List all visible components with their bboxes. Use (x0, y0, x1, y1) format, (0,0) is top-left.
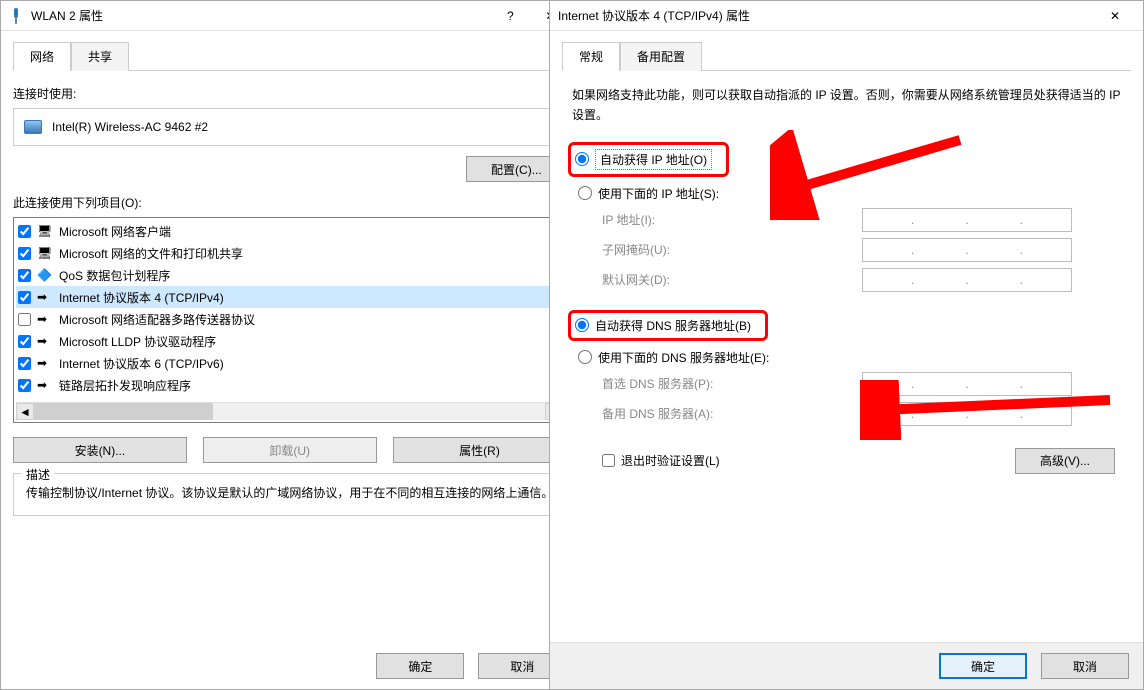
adapter-icon (24, 120, 42, 134)
connect-using-label: 连接时使用: (13, 85, 566, 102)
horizontal-scrollbar[interactable]: ◄ ► (16, 402, 563, 420)
list-item-checkbox[interactable] (18, 313, 31, 326)
tab-alt-config[interactable]: 备用配置 (620, 42, 702, 71)
list-item-label: Internet 协议版本 6 (TCP/IPv6) (59, 355, 224, 372)
protocol-icon: 🖥 (37, 246, 53, 260)
list-item[interactable]: ➡ Internet 协议版本 4 (TCP/IPv4) (16, 286, 563, 308)
list-item-checkbox[interactable] (18, 335, 31, 348)
dns1-label: 首选 DNS 服务器(P): (602, 375, 862, 392)
description-groupbox: 描述 传输控制协议/Internet 协议。该协议是默认的广域网络协议，用于在不… (13, 473, 566, 516)
gateway-input: ... (862, 268, 1072, 292)
install-button[interactable]: 安装(N)... (13, 437, 187, 463)
adapter-box: Intel(R) Wireless-AC 9462 #2 (13, 108, 566, 146)
list-item-label: Internet 协议版本 4 (TCP/IPv4) (59, 289, 224, 306)
radio-ip-manual[interactable] (578, 186, 592, 200)
radio-dns-auto[interactable] (575, 318, 589, 332)
radio-dns-manual-label[interactable]: 使用下面的 DNS 服务器地址(E): (598, 349, 769, 366)
advanced-button[interactable]: 高级(V)... (1015, 448, 1115, 474)
radio-ip-auto-label[interactable]: 自动获得 IP 地址(O) (595, 149, 712, 170)
list-item-label: Microsoft LLDP 协议驱动程序 (59, 333, 216, 350)
wlan-properties-window: WLAN 2 属性 ? ✕ 网络 共享 连接时使用: Intel(R) Wire… (0, 0, 579, 690)
ip-address-input: ... (862, 208, 1072, 232)
cancel-button-right[interactable]: 取消 (1041, 653, 1129, 679)
list-item[interactable]: 🖥 Microsoft 网络的文件和打印机共享 (16, 242, 563, 264)
list-item[interactable]: ➡ Microsoft LLDP 协议驱动程序 (16, 330, 563, 352)
gateway-label: 默认网关(D): (602, 271, 862, 288)
list-item[interactable]: ➡ 链路层拓扑发现响应程序 (16, 374, 563, 396)
radio-dns-manual[interactable] (578, 350, 592, 364)
protocol-icon: ➡ (37, 312, 53, 326)
list-item-label: Microsoft 网络的文件和打印机共享 (59, 245, 243, 262)
description-text: 传输控制协议/Internet 协议。该协议是默认的广域网络协议，用于在不同的相… (26, 484, 553, 503)
list-item-label: Microsoft 网络适配器多路传送器协议 (59, 311, 255, 328)
list-item[interactable]: ➡ Internet 协议版本 6 (TCP/IPv6) (16, 352, 563, 374)
validate-checkbox[interactable] (602, 454, 615, 467)
list-item[interactable]: 🔷 QoS 数据包计划程序 (16, 264, 563, 286)
close-button-right[interactable]: ✕ (1095, 2, 1135, 30)
scroll-left-icon[interactable]: ◄ (16, 403, 34, 420)
protocol-icon: 🖥 (37, 224, 53, 238)
ok-button-right[interactable]: 确定 (939, 653, 1027, 679)
titlebar-right: Internet 协议版本 4 (TCP/IPv4) 属性 ✕ (550, 1, 1143, 31)
scroll-thumb[interactable] (34, 403, 213, 420)
list-item[interactable]: ➡ Microsoft 网络适配器多路传送器协议 (16, 308, 563, 330)
list-item[interactable]: 🖥 Microsoft 网络客户端 (16, 220, 563, 242)
list-item-label: QoS 数据包计划程序 (59, 267, 170, 284)
dns1-input: ... (862, 372, 1072, 396)
subnet-label: 子网掩码(U): (602, 241, 862, 258)
ip-address-label: IP 地址(I): (602, 211, 862, 228)
list-item-checkbox[interactable] (18, 291, 31, 304)
subnet-input: ... (862, 238, 1072, 262)
radio-ip-manual-label[interactable]: 使用下面的 IP 地址(S): (598, 185, 719, 202)
highlight-ip-auto: 自动获得 IP 地址(O) (568, 142, 729, 177)
protocol-icon: ➡ (37, 290, 53, 304)
help-button[interactable]: ? (490, 2, 530, 30)
radio-dns-auto-label[interactable]: 自动获得 DNS 服务器地址(B) (595, 317, 751, 334)
list-item-checkbox[interactable] (18, 379, 31, 392)
tabstrip-left: 网络 共享 (13, 41, 566, 71)
window-title-right: Internet 协议版本 4 (TCP/IPv4) 属性 (558, 7, 1095, 24)
dns2-input: ... (862, 402, 1072, 426)
validate-label[interactable]: 退出时验证设置(L) (621, 452, 720, 469)
dialog-buttons-right: 确定 取消 (550, 642, 1143, 689)
titlebar-left: WLAN 2 属性 ? ✕ (1, 1, 578, 31)
protocol-icon: ➡ (37, 334, 53, 348)
tab-network[interactable]: 网络 (13, 42, 71, 71)
radio-ip-auto[interactable] (575, 152, 589, 166)
protocol-icon: 🔷 (37, 268, 53, 282)
list-item-label: 链路层拓扑发现响应程序 (59, 377, 191, 394)
protocol-icon: ➡ (37, 356, 53, 370)
wlan-icon (9, 8, 25, 24)
items-label: 此连接使用下列项目(O): (13, 194, 566, 211)
list-item-checkbox[interactable] (18, 247, 31, 260)
highlight-dns-auto: 自动获得 DNS 服务器地址(B) (568, 310, 768, 341)
tabstrip-right: 常规 备用配置 (562, 41, 1131, 71)
tab-sharing[interactable]: 共享 (71, 42, 129, 71)
ok-button-left[interactable]: 确定 (376, 653, 464, 679)
window-title-left: WLAN 2 属性 (31, 7, 490, 24)
uninstall-button: 卸载(U) (203, 437, 377, 463)
list-item-checkbox[interactable] (18, 225, 31, 238)
list-item-checkbox[interactable] (18, 269, 31, 282)
list-item-checkbox[interactable] (18, 357, 31, 370)
dns2-label: 备用 DNS 服务器(A): (602, 405, 862, 422)
protocol-listbox[interactable]: 🖥 Microsoft 网络客户端 🖥 Microsoft 网络的文件和打印机共享 🔷 Q… (13, 217, 566, 423)
info-text: 如果网络支持此功能，则可以获取自动指派的 IP 设置。否则，你需要从网络系统管理… (572, 85, 1121, 126)
protocol-icon: ➡ (37, 378, 53, 392)
properties-button[interactable]: 属性(R) (393, 437, 567, 463)
tab-general[interactable]: 常规 (562, 42, 620, 71)
adapter-name: Intel(R) Wireless-AC 9462 #2 (52, 120, 208, 134)
ipv4-properties-window: Internet 协议版本 4 (TCP/IPv4) 属性 ✕ 常规 备用配置 … (549, 0, 1144, 690)
description-legend: 描述 (22, 466, 54, 483)
list-item-label: Microsoft 网络客户端 (59, 223, 171, 240)
